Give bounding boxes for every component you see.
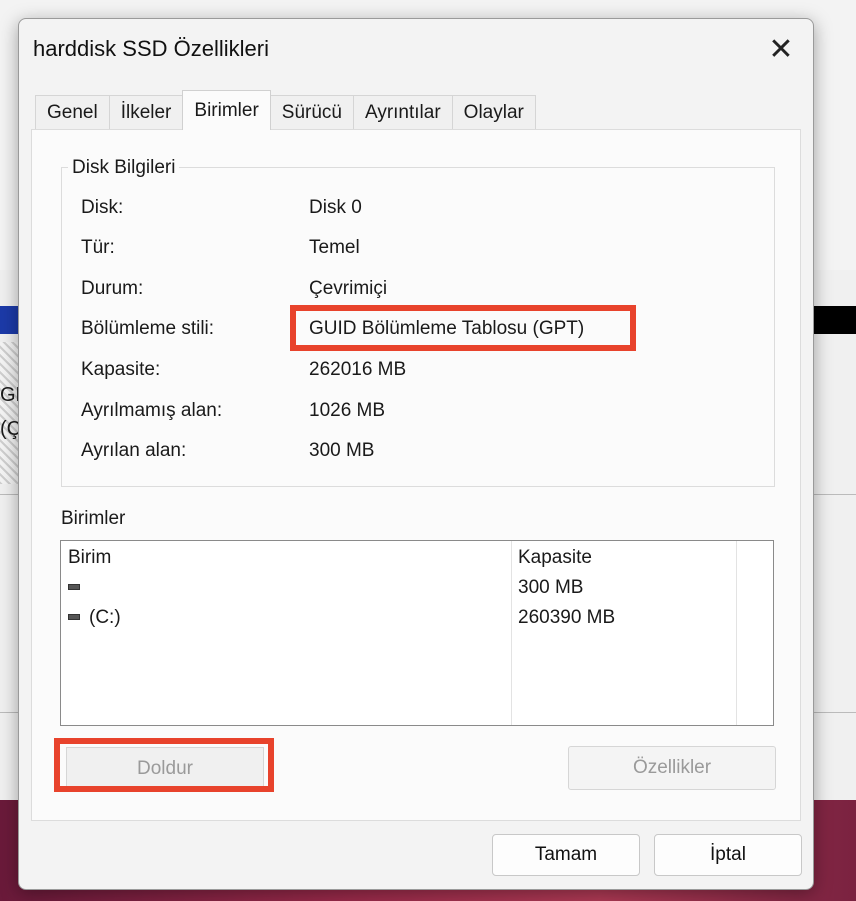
tab-olaylar[interactable]: Olaylar xyxy=(451,95,536,129)
background-disk-bar-accent xyxy=(0,306,18,334)
dialog-title: harddisk SSD Özellikleri xyxy=(33,36,269,61)
reserved-label: Ayrılan alan: xyxy=(81,440,187,461)
volume-capacity: 260390 MB xyxy=(518,607,616,628)
tab-surucu[interactable]: Sürücü xyxy=(269,95,354,129)
disk-value: Disk 0 xyxy=(309,197,362,218)
volumes-label: Birimler xyxy=(61,508,126,529)
highlight-box-partition-style xyxy=(290,305,636,351)
column-separator xyxy=(511,541,512,725)
volumes-list[interactable]: Birim Kapasite 300 MB (C:) 260390 MB xyxy=(60,540,774,726)
unallocated-label: Ayrılmamış alan: xyxy=(81,400,223,421)
disk-info-group-label: Disk Bilgileri xyxy=(68,157,180,179)
tab-birimler[interactable]: Birimler xyxy=(182,90,271,130)
type-value: Temel xyxy=(309,237,360,258)
tab-genel[interactable]: Genel xyxy=(35,95,110,129)
properties-button[interactable]: Özellikler xyxy=(568,746,776,790)
capacity-label: Kapasite: xyxy=(81,359,161,380)
type-label: Tür: xyxy=(81,237,115,258)
volume-capacity: 300 MB xyxy=(518,577,584,598)
highlight-box-fill-button xyxy=(54,738,274,792)
ok-button[interactable]: Tamam xyxy=(492,834,640,876)
drive-icon xyxy=(68,614,80,620)
tab-ilkeler[interactable]: İlkeler xyxy=(108,95,184,129)
status-label: Durum: xyxy=(81,278,144,299)
cancel-button[interactable]: İptal xyxy=(654,834,802,876)
unallocated-value: 1026 MB xyxy=(309,400,386,421)
tab-ayrintilar[interactable]: Ayrıntılar xyxy=(352,95,453,129)
partition-style-label: Bölümleme stili: xyxy=(81,318,215,339)
status-value: Çevrimiçi xyxy=(309,278,388,299)
reserved-value: 300 MB xyxy=(309,440,375,461)
capacity-value: 262016 MB xyxy=(309,359,407,380)
background-partition-hatch xyxy=(0,342,19,484)
column-header-capacity[interactable]: Kapasite xyxy=(518,547,592,569)
tab-panel: Disk Bilgileri Disk: Disk 0 Tür: Temel D… xyxy=(31,129,801,821)
tab-bar: Genel İlkeler Birimler Sürücü Ayrıntılar… xyxy=(35,90,536,130)
column-separator xyxy=(736,541,737,725)
close-icon[interactable]: ✕ xyxy=(759,29,803,69)
properties-dialog: harddisk SSD Özellikleri ✕ Genel İlkeler… xyxy=(18,18,814,890)
volume-name: (C:) xyxy=(89,607,121,628)
drive-icon xyxy=(68,584,80,590)
column-header-volume[interactable]: Birim xyxy=(68,547,111,569)
disk-label: Disk: xyxy=(81,197,124,218)
